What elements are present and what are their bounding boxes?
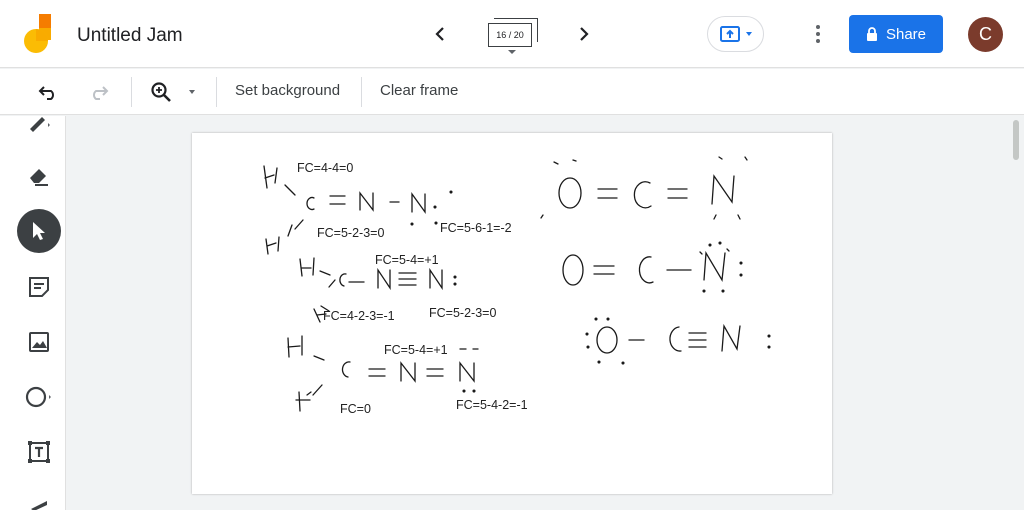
handwritten-lewis-structures — [263, 156, 771, 412]
present-button[interactable] — [707, 16, 764, 52]
zoom-dropdown[interactable] — [184, 79, 200, 105]
caret-down-icon — [508, 50, 516, 54]
select-tool-button[interactable] — [17, 209, 61, 253]
eraser-icon — [30, 169, 48, 186]
pen-tool-button[interactable] — [17, 116, 61, 144]
avatar[interactable]: C — [968, 17, 1003, 52]
image-tool-button[interactable] — [17, 320, 61, 364]
chevron-right-icon — [580, 27, 589, 41]
formal-charge-label: FC=5-4=+1 — [375, 253, 439, 267]
formal-charge-label: FC=0 — [340, 402, 371, 416]
cursor-arrow-icon — [33, 222, 45, 240]
formal-charge-label: FC=5-2-3=0 — [317, 226, 385, 240]
app-bar: Untitled Jam 16 / 20 Share C — [0, 0, 1024, 68]
next-frame-button[interactable] — [572, 22, 596, 46]
share-button-label: Share — [885, 25, 927, 43]
text-box-tool-button[interactable] — [17, 430, 61, 474]
caret-down-icon — [746, 32, 752, 36]
previous-frame-button[interactable] — [428, 22, 452, 46]
formal-charge-label: FC=4-2-3=-1 — [323, 309, 395, 323]
sticky-note-tool-button[interactable] — [17, 265, 61, 309]
redo-icon — [93, 86, 109, 100]
set-background-button[interactable]: Set background — [235, 82, 340, 99]
clear-frame-button[interactable]: Clear frame — [380, 82, 458, 99]
laser-icon — [31, 501, 47, 510]
text-box-icon — [28, 441, 50, 463]
edit-toolbar: Set background Clear frame — [0, 69, 1024, 115]
more-options-button[interactable] — [808, 22, 828, 46]
whiteboard-canvas[interactable]: FC=4-4=0 FC=5-2-3=0 FC=5-6-1=-2 FC=5-4=+… — [192, 133, 832, 494]
sticky-note-icon — [29, 277, 49, 297]
pen-icon — [30, 117, 50, 132]
lock-icon — [866, 27, 877, 41]
formal-charge-label: FC=5-4-2=-1 — [456, 398, 528, 412]
formal-charge-label: FC=5-2-3=0 — [429, 306, 497, 320]
frame-counter-button[interactable]: 16 / 20 — [486, 16, 538, 56]
formal-charge-label: FC=4-4=0 — [297, 161, 354, 175]
cast-screen-icon — [720, 26, 740, 42]
document-title[interactable]: Untitled Jam — [77, 25, 183, 47]
redo-button[interactable] — [86, 79, 112, 105]
caret-down-icon — [189, 90, 195, 94]
share-button[interactable]: Share — [849, 15, 943, 53]
eraser-tool-button[interactable] — [17, 154, 61, 198]
shape-tool-button[interactable] — [17, 375, 61, 419]
tool-rail — [0, 116, 66, 510]
formal-charge-label: FC=5-6-1=-2 — [440, 221, 512, 235]
chevron-left-icon — [435, 27, 444, 41]
undo-button[interactable] — [35, 79, 61, 105]
laser-tool-button[interactable] — [17, 484, 61, 510]
zoom-in-icon — [151, 82, 171, 102]
jamboard-logo-icon[interactable] — [22, 14, 54, 54]
vertical-scrollbar[interactable] — [1013, 120, 1019, 160]
image-icon — [29, 332, 49, 352]
circle-shape-icon — [25, 386, 51, 408]
more-vert-icon — [816, 25, 820, 43]
zoom-button[interactable] — [148, 79, 174, 105]
frame-counter-label: 16 / 20 — [488, 23, 532, 47]
formal-charge-label: FC=5-4=+1 — [384, 343, 448, 357]
undo-icon — [38, 86, 54, 100]
